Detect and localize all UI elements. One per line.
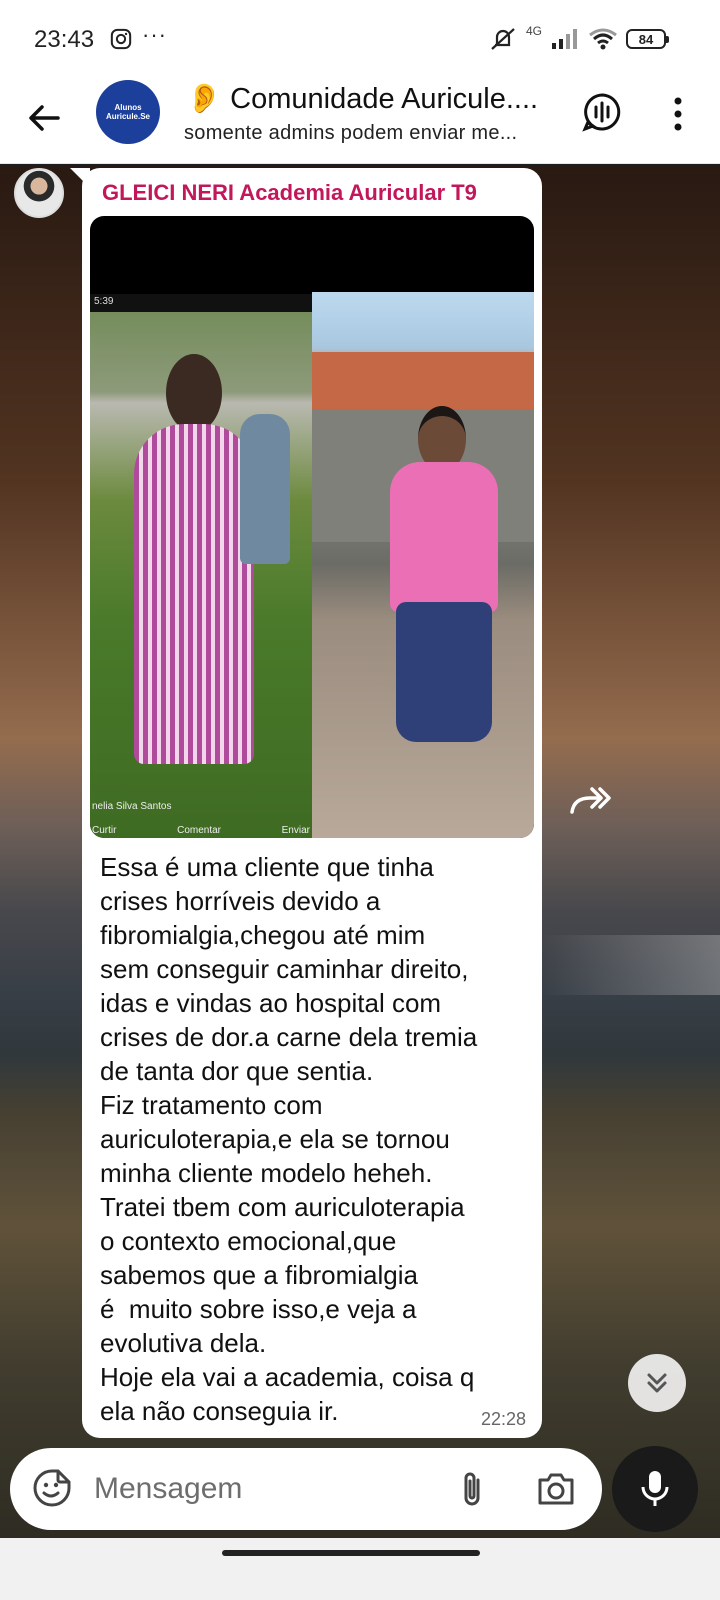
status-more: ··· [142,22,167,47]
instagram-icon [110,28,132,50]
photo-person-head [166,354,222,432]
photo-action-comment: Comentar [177,825,221,836]
back-arrow-icon[interactable] [24,98,64,138]
photo-person-jeans [396,602,492,742]
status-time: 23:43 [34,26,95,53]
photo-action-send: Enviar [281,825,310,836]
more-vert-icon[interactable] [668,96,688,132]
group-avatar[interactable]: Alunos Auricule.Se [96,80,160,144]
group-avatar-text: Alunos [114,103,142,112]
group-avatar-text-2: Auricule.Se [105,112,150,121]
photo-person-dress [134,424,254,764]
forward-icon[interactable] [568,784,612,818]
photo-before: 5:39 nelia Silva Santos Curtir Comentar … [90,294,312,838]
group-title[interactable]: 👂 Comunidade Auricule.... [186,82,538,116]
photo-after [312,292,534,838]
voice-chat-icon[interactable] [582,92,622,132]
signal-icon [552,29,577,49]
message-composer [10,1448,602,1530]
message-input[interactable] [94,1466,434,1512]
sender-name[interactable]: GLEICI NERI Academia Auricular T9 [102,180,477,206]
photo-action-like: Curtir [92,825,117,836]
home-indicator[interactable] [222,1550,480,1556]
photo-child [240,414,290,564]
mic-icon [641,1471,669,1506]
message-time: 22:28 [480,1409,526,1429]
chat-header: Alunos Auricule.Se 👂 Comunidade Auricule… [0,80,720,164]
message-text: Essa é uma cliente que tinha crises horr… [100,852,478,1426]
scroll-down-button[interactable] [628,1354,686,1412]
scroll-down-icon [647,1373,667,1393]
sender-avatar[interactable] [14,168,64,218]
mic-button[interactable] [612,1446,698,1532]
mute-icon [491,28,515,50]
photo-status-time: 5:39 [90,294,312,312]
attach-icon[interactable] [456,1468,488,1510]
photo-person-shirt [390,462,498,612]
system-nav-bar [0,1538,720,1600]
camera-icon[interactable] [536,1470,576,1508]
status-bar: 23:43 ··· 4G 84 [0,0,720,80]
sticker-icon[interactable] [32,1468,72,1508]
battery-level: 84 [638,31,654,47]
message-bubble[interactable]: GLEICI NERI Academia Auricular T9 5:39 n… [82,168,542,1438]
status-indicators: 4G 84 [488,24,669,54]
group-subtitle: somente admins podem enviar me... [184,122,518,144]
photo-actions: Curtir Comentar Enviar [92,825,310,836]
battery-indicator: 84 [626,29,669,49]
wifi-icon [589,28,617,50]
network-type: 4G [525,24,542,38]
photo-caption: nelia Silva Santos [92,801,172,812]
message-photo[interactable]: 5:39 nelia Silva Santos Curtir Comentar … [90,216,534,838]
